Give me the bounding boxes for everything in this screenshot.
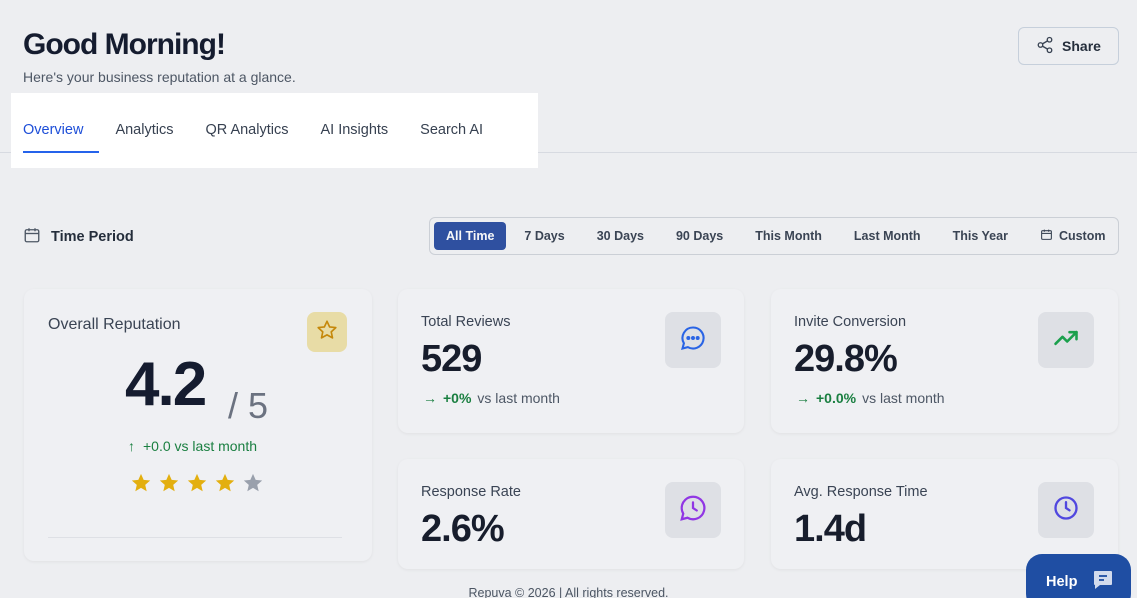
reputation-delta: ↑ +0.0 vs last month xyxy=(128,438,257,454)
star-badge xyxy=(307,312,347,352)
total-reviews-title: Total Reviews xyxy=(421,314,511,330)
period-custom-label: Custom xyxy=(1058,229,1106,243)
response-rate-title: Response Rate xyxy=(421,484,521,500)
tab-bar: Overview Analytics QR Analytics AI Insig… xyxy=(23,93,515,153)
total-reviews-card: Total Reviews 529 → +0% vs last month xyxy=(398,289,744,433)
period-7-days[interactable]: 7 Days xyxy=(512,222,576,250)
star-filled-icon xyxy=(130,472,152,499)
invite-conversion-value: 29.8% xyxy=(794,338,898,380)
period-last-month[interactable]: Last Month xyxy=(842,222,933,250)
chat-clock-icon xyxy=(678,493,708,528)
response-rate-card: Response Rate 2.6% xyxy=(398,459,744,569)
star-filled-icon xyxy=(158,472,180,499)
reputation-score: 4.2 xyxy=(125,350,207,419)
star-rating xyxy=(130,472,264,499)
invite-conversion-delta: → +0.0% vs last month xyxy=(796,390,945,406)
invite-conversion-title: Invite Conversion xyxy=(794,314,907,330)
period-custom[interactable]: Custom xyxy=(1028,222,1118,250)
invite-conversion-delta-value: +0.0% xyxy=(816,390,857,406)
dashboard-page: Good Morning! Here's your business reput… xyxy=(0,0,1137,598)
chat-icon xyxy=(1091,568,1115,596)
share-button[interactable]: Share xyxy=(1018,27,1119,65)
chat-bubble-icon xyxy=(679,324,707,357)
total-reviews-delta-value: +0% xyxy=(443,390,472,406)
period-this-year[interactable]: This Year xyxy=(941,222,1020,250)
response-rate-value: 2.6% xyxy=(421,508,505,550)
reviews-icon-box xyxy=(665,312,721,368)
reputation-card: Overall Reputation 4.2 / 5 ↑ +0.0 vs las… xyxy=(24,289,372,561)
star-filled-icon xyxy=(214,472,236,499)
clock-icon xyxy=(1052,494,1080,527)
star-icon xyxy=(316,319,338,346)
footer-text: Repuva © 2026 | All rights reserved. xyxy=(468,586,669,598)
reputation-max: / 5 xyxy=(228,385,269,426)
arrow-up-icon: ↑ xyxy=(128,438,135,454)
arrow-right-icon: → xyxy=(423,390,437,406)
arrow-right-icon: → xyxy=(796,390,810,406)
total-reviews-delta-suffix: vs last month xyxy=(477,390,560,406)
tab-overview[interactable]: Overview xyxy=(23,122,100,153)
avg-response-time-title: Avg. Response Time xyxy=(794,484,928,500)
help-button[interactable]: Help xyxy=(1026,554,1131,598)
tab-ai-insights[interactable]: AI Insights xyxy=(320,122,388,153)
period-90-days[interactable]: 90 Days xyxy=(664,222,735,250)
period-30-days[interactable]: 30 Days xyxy=(585,222,656,250)
invite-conversion-card: Invite Conversion 29.8% → +0.0% vs last … xyxy=(771,289,1118,433)
reputation-delta-text: +0.0 vs last month xyxy=(143,438,258,454)
reputation-title: Overall Reputation xyxy=(48,316,181,333)
page-subtitle: Here's your business reputation at a gla… xyxy=(23,69,296,85)
star-filled-icon xyxy=(186,472,208,499)
calendar-icon xyxy=(23,226,41,248)
response-rate-icon-box xyxy=(665,482,721,538)
tab-qr-analytics[interactable]: QR Analytics xyxy=(205,122,288,153)
trending-up-icon xyxy=(1052,324,1080,357)
avg-response-time-card: Avg. Response Time 1.4d xyxy=(771,459,1118,569)
calendar-icon xyxy=(1040,228,1053,244)
period-all-time[interactable]: All Time xyxy=(434,222,507,250)
total-reviews-delta: → +0% vs last month xyxy=(423,390,560,406)
invite-conversion-delta-suffix: vs last month xyxy=(862,390,945,406)
page-title: Good Morning! xyxy=(23,28,226,61)
period-this-month[interactable]: This Month xyxy=(743,222,834,250)
share-icon xyxy=(1036,36,1054,57)
share-label: Share xyxy=(1062,38,1101,54)
tab-search-ai[interactable]: Search AI xyxy=(420,122,483,153)
avg-response-time-value: 1.4d xyxy=(794,508,867,550)
help-label: Help xyxy=(1046,574,1078,590)
avg-response-icon-box xyxy=(1038,482,1094,538)
total-reviews-value: 529 xyxy=(421,338,482,380)
time-period-text: Time Period xyxy=(51,229,134,245)
tab-analytics[interactable]: Analytics xyxy=(115,122,173,153)
star-empty-icon xyxy=(242,472,264,499)
card-divider xyxy=(48,537,342,538)
conversion-icon-box xyxy=(1038,312,1094,368)
time-period-selector: All Time 7 Days 30 Days 90 Days This Mon… xyxy=(429,217,1119,255)
time-period-label: Time Period xyxy=(23,226,134,248)
